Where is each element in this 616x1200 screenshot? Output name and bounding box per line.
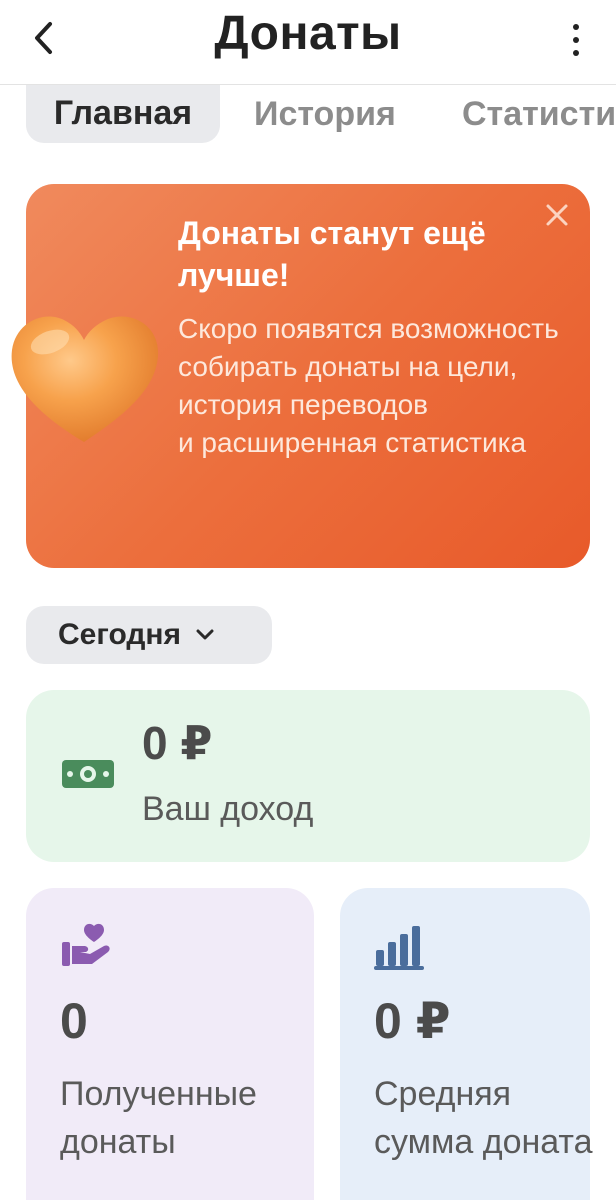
promo-banner: Донаты станут ещё лучше! Скоро появятся … [11,184,590,568]
tab-main[interactable]: Главная [26,85,220,143]
period-select[interactable]: Сегодня [26,606,272,664]
hand-heart-icon [62,923,110,966]
tab-statistics[interactable]: Статистика [462,85,616,143]
average-value: 0 ₽ [374,993,451,1049]
tab-history[interactable]: История [254,85,396,143]
average-label: Средняя сумма доната [374,1075,593,1161]
period-label: Сегодня [58,618,182,651]
bar-chart-icon [374,926,424,970]
donations-screen: Донаты Главная История Статистика [0,0,616,1200]
income-value: 0 ₽ [142,717,213,769]
income-label: Ваш доход [142,790,314,828]
average-donation-card[interactable]: 0 ₽ Средняя сумма доната [340,888,593,1200]
income-card[interactable]: 0 ₽ Ваш доход [26,690,590,862]
top-bar: Донаты [0,0,616,85]
money-icon [62,760,114,788]
chevron-down-icon [195,624,217,646]
received-donations-card[interactable]: 0 Полученные донаты [26,888,314,1200]
donations-count: 0 [60,993,88,1049]
promo-description: Скоро появятся возможность собирать дона… [178,313,559,458]
heart-icon [11,316,159,442]
more-menu-button[interactable] [564,20,588,60]
promo-title: Донаты станут ещё лучше! [178,215,486,293]
tab-bar: Главная История Статистика [0,85,616,147]
page-title: Донаты [214,7,402,60]
donations-label: Полученные донаты [60,1075,257,1161]
more-vertical-icon [573,24,579,30]
